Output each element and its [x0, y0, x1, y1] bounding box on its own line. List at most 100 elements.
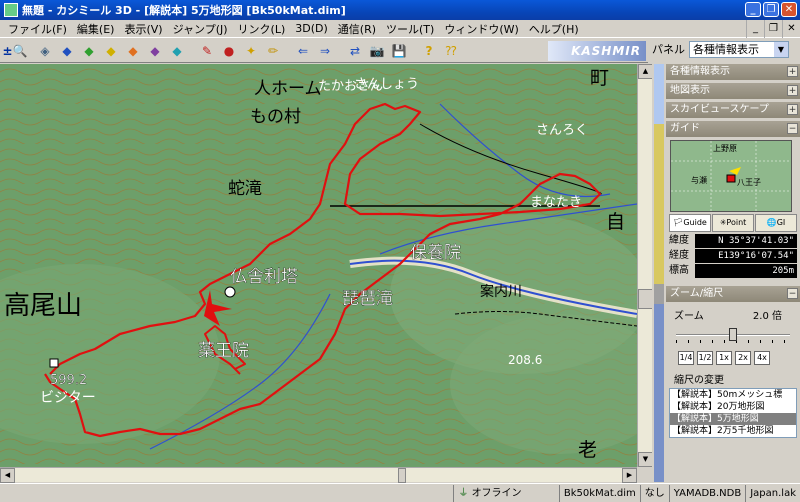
menu-link[interactable]: リンク(L): [233, 21, 291, 37]
zoom-search-icon[interactable]: ±🔍: [3, 42, 28, 60]
horizontal-scroll-thumb[interactable]: [398, 468, 406, 483]
route-tool-icon[interactable]: ✎: [198, 42, 216, 60]
menu-file[interactable]: ファイル(F): [3, 21, 72, 37]
menu-tools[interactable]: ツール(T): [381, 21, 439, 37]
guide-overview-map[interactable]: 与瀬 八王子 上野原: [670, 140, 792, 212]
zoom-2x-button[interactable]: 2x: [735, 351, 751, 365]
panel-label: パネル: [652, 43, 685, 56]
section-skyview-header[interactable]: スカイビュースケープ +: [666, 102, 800, 118]
map-vertical-scrollbar[interactable]: ▲ ▼: [637, 64, 653, 467]
tab-point[interactable]: ✳Point: [712, 214, 754, 232]
section-zoom-header[interactable]: ズーム/縮尺 −: [666, 286, 800, 302]
menu-jump[interactable]: ジャンプ(J): [168, 21, 233, 37]
doc-minimize-button[interactable]: _: [746, 20, 764, 38]
scale-list-item-selected[interactable]: 【解説本】5万地形図: [670, 413, 796, 425]
pencil-icon[interactable]: ✏: [264, 42, 282, 60]
zoom-4x-button[interactable]: 4x: [754, 351, 770, 365]
map-label-manataki: まなたき: [530, 195, 582, 210]
doc-close-button[interactable]: ✕: [782, 20, 800, 38]
expand-icon[interactable]: +: [787, 66, 798, 77]
zoom-slider-thumb[interactable]: [729, 328, 737, 341]
scale-list[interactable]: 【解説本】50mメッシュ標 【解説本】20万地形図 【解説本】5万地形図 【解説…: [669, 388, 797, 438]
scroll-up-icon[interactable]: ▲: [638, 64, 653, 79]
close-button[interactable]: ✕: [781, 2, 797, 17]
altitude-label: 標高: [669, 265, 689, 276]
menu-help[interactable]: ヘルプ(H): [524, 21, 584, 37]
help-icon[interactable]: ?: [420, 42, 438, 60]
zoom-quarter-button[interactable]: 1/4: [678, 351, 694, 365]
panel-splitter[interactable]: [652, 64, 666, 482]
title-bar: 無題 - カシミール 3D - [解説本] 5万地形図 [Bk50kMat.di…: [0, 0, 800, 20]
map-label-208: 208.6: [508, 353, 542, 367]
map-label-ji: 自: [606, 211, 625, 233]
menu-edit[interactable]: 編集(E): [72, 21, 120, 37]
section-info-header[interactable]: 各種情報表示 +: [666, 64, 800, 80]
map-label-mono-mura: もの村: [250, 107, 301, 127]
expand-icon[interactable]: +: [787, 104, 798, 115]
antenna-icon: ⏚: [458, 487, 472, 499]
map-label-takaosan: 高尾山: [4, 291, 82, 321]
map-label-yakuoin: 薬王院: [198, 341, 249, 361]
map-layer-orange-icon[interactable]: ◆: [124, 42, 142, 60]
map-layer-yellow-icon[interactable]: ◆: [102, 42, 120, 60]
scale-list-item[interactable]: 【解説本】20万地形図: [670, 401, 796, 413]
waypoint-icon[interactable]: ✦: [242, 42, 260, 60]
marker-tool-icon[interactable]: ●: [220, 42, 238, 60]
status-none: なし: [639, 484, 669, 502]
zoom-slider[interactable]: [676, 327, 790, 343]
sync-icon[interactable]: ⇄: [346, 42, 364, 60]
zoom-1x-button[interactable]: 1x: [716, 351, 732, 365]
context-help-icon[interactable]: ⁇: [442, 42, 460, 60]
section-map-display-header[interactable]: 地図表示 +: [666, 83, 800, 99]
collapse-icon[interactable]: −: [787, 123, 798, 134]
zoom-value: 2.0 倍: [752, 311, 782, 322]
camera-icon[interactable]: 📷: [368, 42, 386, 60]
app-icon: [4, 3, 18, 17]
map-horizontal-scrollbar[interactable]: ◀ ▶: [0, 467, 637, 483]
map-view[interactable]: 高尾山 599.2 ビジター 薬王院 仏舎利塔 琵琶滝 蛇滝 人ホーム もの村 …: [0, 64, 637, 467]
section-skyview-label: スカイビュースケープ: [670, 104, 769, 115]
scroll-left-icon[interactable]: ◀: [0, 468, 15, 483]
expand-icon[interactable]: +: [787, 85, 798, 96]
collapse-icon[interactable]: −: [787, 288, 798, 299]
status-db: YAMADB.NDB: [668, 484, 745, 502]
guide-label-yose: 与瀬: [691, 176, 707, 185]
section-info-label: 各種情報表示: [670, 66, 730, 77]
layer-icon[interactable]: ◈: [36, 42, 54, 60]
menu-3d[interactable]: 3D(D): [290, 22, 333, 35]
scroll-down-icon[interactable]: ▼: [638, 452, 653, 467]
panel-select[interactable]: 各種情報表示: [689, 40, 789, 58]
online-status-label: オフライン: [471, 487, 522, 499]
status-file: Bk50kMat.dim: [558, 484, 640, 502]
map-label-takaosan-station: たかおさん: [318, 79, 383, 94]
online-status: ⏚ オフライン: [453, 484, 559, 502]
map-label-home: 人ホーム: [254, 79, 322, 99]
forward-arrow-icon[interactable]: ⇒: [316, 42, 334, 60]
save-icon[interactable]: 💾: [390, 42, 408, 60]
map-layer-green-icon[interactable]: ◆: [80, 42, 98, 60]
menu-view[interactable]: 表示(V): [119, 21, 167, 37]
vertical-scroll-thumb[interactable]: [638, 289, 653, 309]
menu-bar: ファイル(F) 編集(E) 表示(V) ジャンプ(J) リンク(L) 3D(D)…: [0, 20, 800, 38]
maximize-button[interactable]: ❐: [763, 2, 779, 17]
minimize-button[interactable]: _: [745, 2, 761, 17]
scroll-right-icon[interactable]: ▶: [622, 468, 637, 483]
scale-list-item[interactable]: 【解説本】2万5千地形図: [670, 425, 796, 437]
scale-list-item[interactable]: 【解説本】50mメッシュ標: [670, 389, 796, 401]
map-layer-purple-icon[interactable]: ◆: [146, 42, 164, 60]
menu-comm[interactable]: 通信(R): [333, 21, 381, 37]
tab-gi[interactable]: 🌐GI: [755, 214, 797, 232]
map-label-hoyoin: 保養院: [410, 243, 461, 263]
tab-guide[interactable]: 🏳Guide: [669, 214, 711, 232]
map-label-ja-taki: 蛇滝: [228, 179, 262, 199]
guide-label-uenohara: 上野原: [713, 144, 737, 153]
map-layer-cyan-icon[interactable]: ◆: [168, 42, 186, 60]
altitude-value: 205m: [695, 264, 797, 278]
map-layer-blue-icon[interactable]: ◆: [58, 42, 76, 60]
doc-restore-button[interactable]: ❐: [764, 20, 782, 38]
longitude-value: E139°16'07.54": [695, 249, 797, 263]
zoom-half-button[interactable]: 1/2: [697, 351, 713, 365]
back-arrow-icon[interactable]: ⇐: [294, 42, 312, 60]
menu-window[interactable]: ウィンドウ(W): [439, 21, 523, 37]
section-guide-header[interactable]: ガイド −: [666, 121, 800, 137]
